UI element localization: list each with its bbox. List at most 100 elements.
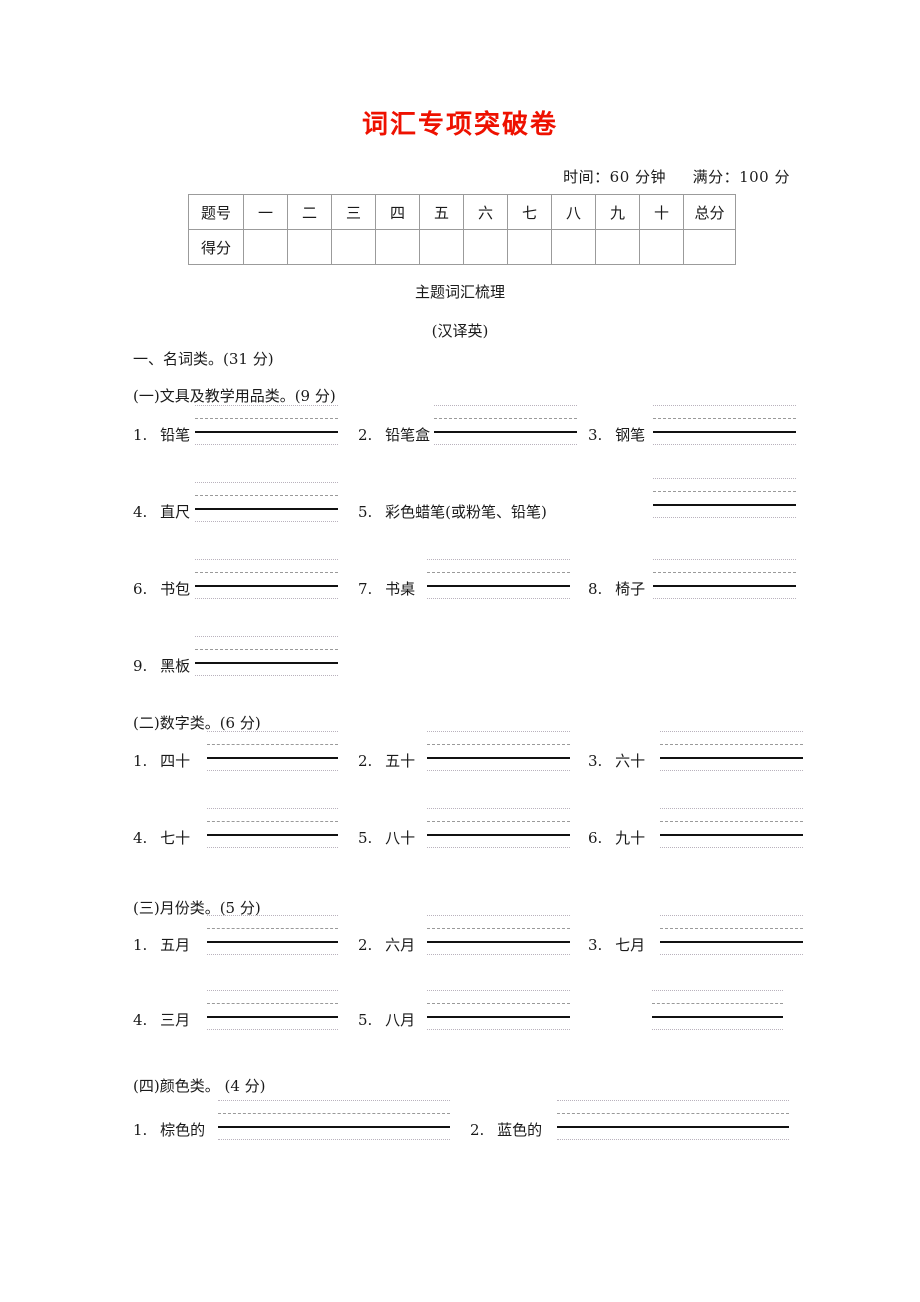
score-table-score-cell[interactable] <box>331 229 376 265</box>
answer-writing-lines[interactable] <box>660 731 803 771</box>
answer-writing-lines[interactable] <box>207 990 338 1030</box>
guide-line-top <box>652 990 783 991</box>
theme-vocabulary-heading: 主题词汇梳理 <box>414 283 505 301</box>
score-table-score-cell[interactable] <box>683 229 736 265</box>
answer-writing-lines[interactable] <box>218 1100 450 1140</box>
score-table-score-cell[interactable] <box>243 229 288 265</box>
question-item: 4. 三月 <box>133 1009 190 1030</box>
guide-line-baseline <box>195 508 338 510</box>
answer-writing-lines[interactable] <box>427 915 570 955</box>
answer-writing-lines[interactable] <box>207 731 338 771</box>
guide-line-bottom <box>207 1029 338 1030</box>
guide-line-baseline <box>652 1016 783 1018</box>
score-table-header-cell: 十 <box>639 194 684 230</box>
score-table-score-cell[interactable] <box>287 229 332 265</box>
answer-writing-lines-extra[interactable] <box>652 990 783 1030</box>
guide-line-top <box>427 990 570 991</box>
guide-line-top <box>660 915 803 916</box>
answer-writing-lines[interactable] <box>653 478 796 518</box>
guide-line-top <box>653 405 796 406</box>
guide-line-bottom <box>427 770 570 771</box>
answer-writing-lines[interactable] <box>195 636 338 676</box>
guide-line-upper-mid <box>557 1113 789 1114</box>
answer-writing-lines[interactable] <box>660 915 803 955</box>
question-number: 1. <box>133 936 148 954</box>
answer-writing-lines[interactable] <box>195 405 338 445</box>
guide-line-bottom <box>195 521 338 522</box>
question-label: 五十 <box>385 752 416 770</box>
guide-line-top <box>195 482 338 483</box>
answer-writing-lines[interactable] <box>207 915 338 955</box>
guide-line-baseline <box>427 757 570 759</box>
exam-meta: 时间：60 分钟 满分：100 分 <box>0 166 790 187</box>
answer-writing-lines[interactable] <box>557 1100 789 1140</box>
guide-line-upper-mid <box>195 649 338 650</box>
guide-line-top <box>427 731 570 732</box>
answer-writing-lines[interactable] <box>427 990 570 1030</box>
exam-time: 时间：60 分钟 <box>563 168 667 186</box>
answer-writing-lines[interactable] <box>653 405 796 445</box>
question-item: 5. 八十 <box>358 827 415 848</box>
answer-writing-lines[interactable] <box>195 559 338 599</box>
question-number: 6. <box>133 580 148 598</box>
guide-line-baseline <box>660 757 803 759</box>
question-item: 9. 黑板 <box>133 655 190 676</box>
guide-line-bottom <box>652 1029 783 1030</box>
guide-line-upper-mid <box>207 821 338 822</box>
guide-line-bottom <box>207 770 338 771</box>
guide-line-upper-mid <box>660 744 803 745</box>
question-item: 1. 四十 <box>133 750 190 771</box>
score-table-score-cell[interactable] <box>595 229 640 265</box>
answer-writing-lines[interactable] <box>427 731 570 771</box>
question-item: 5. 八月 <box>358 1009 415 1030</box>
guide-line-bottom <box>660 954 803 955</box>
guide-line-upper-mid <box>653 572 796 573</box>
score-table-score-cell[interactable] <box>551 229 596 265</box>
question-item: 2. 六月 <box>358 934 415 955</box>
score-table-score-cell[interactable] <box>463 229 508 265</box>
question-number: 7. <box>358 580 373 598</box>
score-table-score-cell[interactable] <box>375 229 420 265</box>
question-label: 直尺 <box>160 503 191 521</box>
guide-line-upper-mid <box>653 418 796 419</box>
guide-line-upper-mid <box>195 572 338 573</box>
question-label: 彩色蜡笔(或粉笔、铅笔) <box>385 503 547 521</box>
guide-line-baseline <box>195 662 338 664</box>
guide-line-bottom <box>195 675 338 676</box>
score-table-score-cell[interactable] <box>507 229 552 265</box>
guide-line-baseline <box>195 585 338 587</box>
question-number: 8. <box>588 580 603 598</box>
guide-line-top <box>660 731 803 732</box>
answer-writing-lines[interactable] <box>660 808 803 848</box>
question-item: 3. 六十 <box>588 750 645 771</box>
guide-line-baseline <box>660 941 803 943</box>
question-item: 6. 书包 <box>133 578 190 599</box>
question-label: 书包 <box>160 580 191 598</box>
guide-line-upper-mid <box>660 821 803 822</box>
answer-writing-lines[interactable] <box>195 482 338 522</box>
guide-line-top <box>207 808 338 809</box>
score-table-header-cell: 一 <box>243 194 288 230</box>
guide-line-top <box>218 1100 450 1101</box>
answer-writing-lines[interactable] <box>207 808 338 848</box>
guide-line-baseline <box>434 431 577 433</box>
guide-line-baseline <box>207 834 338 836</box>
guide-line-top <box>653 559 796 560</box>
answer-writing-lines[interactable] <box>434 405 577 445</box>
guide-line-top <box>207 915 338 916</box>
guide-line-upper-mid <box>427 928 570 929</box>
guide-line-bottom <box>427 598 570 599</box>
guide-line-upper-mid <box>207 928 338 929</box>
question-label: 铅笔盒 <box>385 426 431 444</box>
answer-writing-lines[interactable] <box>427 808 570 848</box>
question-item: 2. 铅笔盒 <box>358 424 430 445</box>
score-table-score-cell[interactable] <box>419 229 464 265</box>
question-label: 八十 <box>385 829 416 847</box>
question-number: 5. <box>358 829 373 847</box>
question-number: 4. <box>133 503 148 521</box>
score-table-score-cell[interactable] <box>639 229 684 265</box>
question-item: 2. 五十 <box>358 750 415 771</box>
question-number: 1. <box>133 752 148 770</box>
answer-writing-lines[interactable] <box>653 559 796 599</box>
answer-writing-lines[interactable] <box>427 559 570 599</box>
